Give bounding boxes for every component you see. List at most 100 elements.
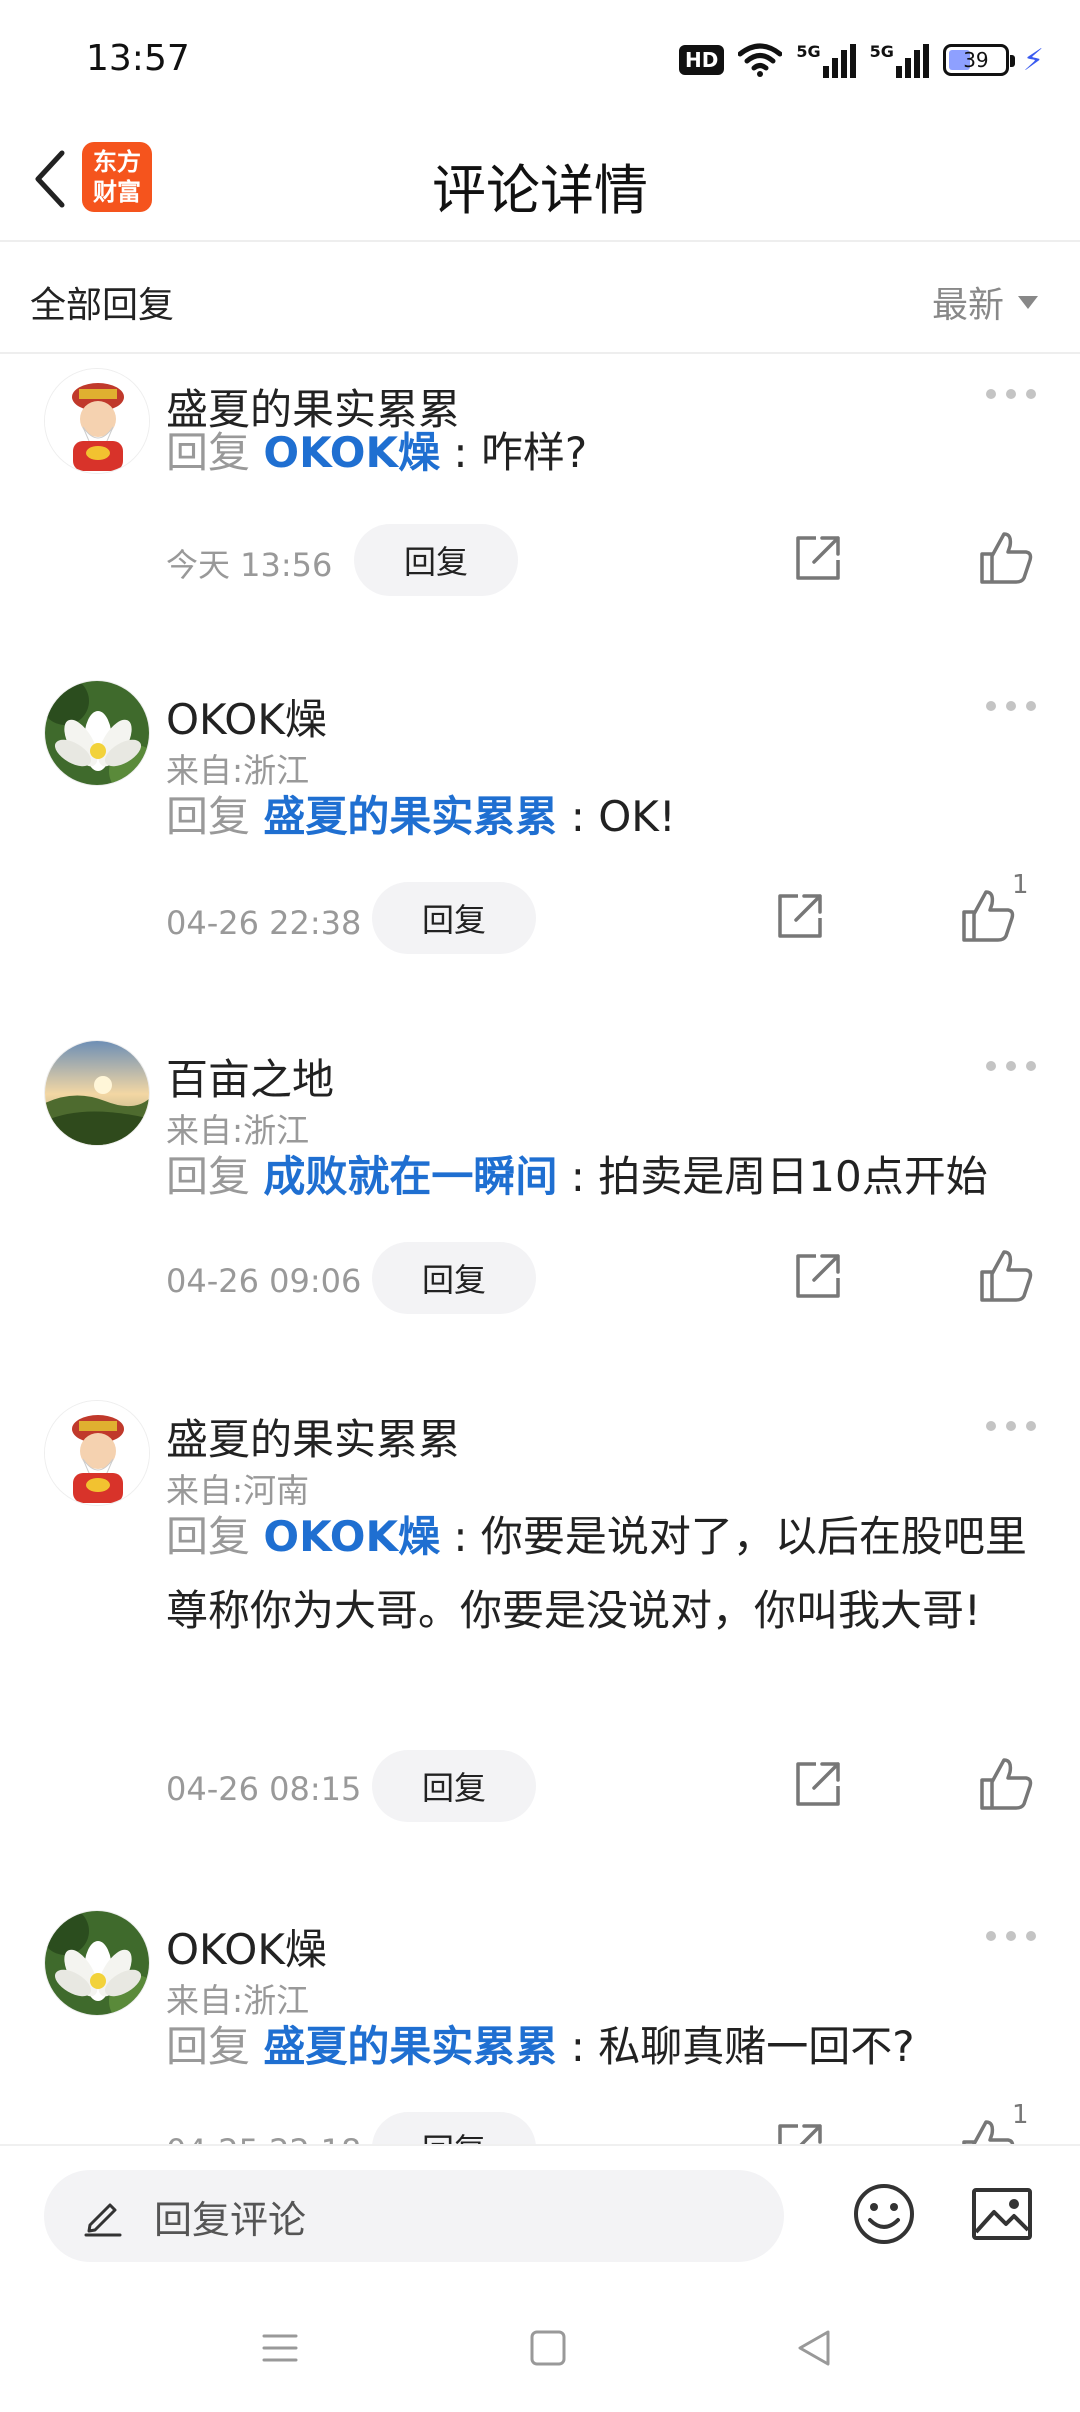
image-icon[interactable]	[970, 2184, 1034, 2244]
sort-dropdown[interactable]: 最新	[932, 276, 1038, 328]
menu-button[interactable]	[252, 2320, 308, 2376]
share-icon[interactable]	[790, 1248, 846, 1304]
more-options-button[interactable]	[986, 1056, 1036, 1076]
comment-time: 04-26 22:38	[166, 904, 362, 942]
reply-target-user[interactable]: 成败就在一瞬间	[263, 1152, 557, 1201]
reply-button[interactable]: 回复	[372, 2112, 536, 2144]
reply-button[interactable]: 回复	[372, 882, 536, 954]
reply-keyword: 回复	[166, 792, 251, 841]
share-icon[interactable]	[772, 888, 828, 944]
comment-author[interactable]: OKOK燥	[166, 686, 327, 747]
like-icon[interactable]	[958, 2116, 1018, 2144]
comment-item: OKOK燥 来自:浙江 回复 盛夏的果实累累 : OK! 04-26 22:38…	[0, 676, 1080, 1036]
like-icon[interactable]	[976, 1246, 1036, 1306]
comment-item: 盛夏的果实累累 来自:河南 回复 OKOK燥 : 你要是说对了，以后在股吧里尊称…	[0, 1396, 1080, 1906]
reply-separator: :	[440, 428, 481, 477]
emoji-icon[interactable]	[852, 2182, 916, 2246]
comment-body: 私聊真赌一回不?	[598, 2022, 915, 2071]
reply-separator: :	[557, 2022, 599, 2071]
share-icon[interactable]	[790, 530, 846, 586]
signal-1-label: 5G	[796, 42, 821, 61]
avatar[interactable]	[44, 680, 150, 786]
status-icons: HD 5G 5G 39 ⚡	[679, 40, 1044, 80]
status-bar: 13:57 HD 5G 5G 39 ⚡	[0, 0, 1080, 120]
like-count: 1	[1012, 870, 1029, 900]
reply-target-user[interactable]: 盛夏的果实累累	[263, 792, 557, 841]
comment-text: 回复 盛夏的果实累累 : 私聊真赌一回不?	[166, 2010, 1036, 2084]
avatar[interactable]	[44, 1400, 150, 1506]
menu-icon	[262, 2334, 298, 2362]
comment-time: 04-26 09:06	[166, 1262, 362, 1300]
reply-separator: :	[440, 1512, 481, 1561]
reply-comment-input[interactable]: 回复评论	[44, 2170, 784, 2262]
comment-time: 今天 13:56	[166, 546, 333, 584]
lotus-avatar-icon	[45, 681, 149, 785]
fortune-god-avatar-icon	[45, 1401, 149, 1505]
reply-keyword: 回复	[166, 1512, 251, 1561]
reply-button[interactable]: 回复	[372, 1242, 536, 1314]
comment-time: 04-25 22:18	[166, 2132, 361, 2144]
battery-icon: 39	[942, 44, 1015, 76]
comment-text: 回复 OKOK燥 : 你要是说对了，以后在股吧里尊称你为大哥。你要是没说对，你叫…	[166, 1500, 1036, 1648]
reply-keyword: 回复	[166, 2022, 251, 2071]
reply-separator: :	[557, 792, 599, 841]
comment-text: 回复 成败就在一瞬间 : 拍卖是周日10点开始	[166, 1140, 1036, 1214]
comment-item: 盛夏的果实累累 回复 OKOK燥 : 咋样? 今天 13:56 回复	[0, 356, 1080, 656]
reply-input-bar: 回复评论	[0, 2144, 1080, 2280]
reply-input-placeholder: 回复评论	[154, 2197, 307, 2242]
like-icon[interactable]	[976, 1754, 1036, 1814]
more-options-button[interactable]	[986, 696, 1036, 716]
hd-icon: HD	[679, 45, 725, 75]
share-icon[interactable]	[772, 2118, 828, 2144]
reply-separator: :	[557, 1152, 599, 1201]
signal-icon-2: 5G	[870, 42, 929, 78]
comment-body: 咋样?	[480, 428, 588, 477]
share-icon[interactable]	[790, 1756, 846, 1812]
more-options-button[interactable]	[986, 384, 1036, 404]
reply-target-user[interactable]: OKOK燥	[263, 428, 440, 477]
reply-target-user[interactable]: 盛夏的果实累累	[263, 2022, 557, 2071]
header: 东方 财富 评论详情	[0, 120, 1080, 242]
dropdown-arrow-icon	[1018, 295, 1038, 309]
sort-value: 最新	[931, 285, 1004, 326]
reply-button[interactable]: 回复	[372, 1750, 536, 1822]
like-count: 1	[1012, 2100, 1029, 2130]
like-icon[interactable]	[976, 528, 1036, 588]
lotus-avatar-icon	[45, 1911, 149, 2015]
back-nav-button[interactable]	[786, 2320, 842, 2376]
comment-time: 04-26 08:15	[166, 1770, 362, 1808]
comment-body: OK!	[598, 792, 676, 841]
battery-level: 39	[963, 48, 989, 72]
sort-bar: 全部回复 最新	[0, 242, 1080, 354]
reply-keyword: 回复	[166, 428, 251, 477]
reply-target-user[interactable]: OKOK燥	[263, 1512, 440, 1561]
reply-button[interactable]: 回复	[354, 524, 518, 596]
comment-text: 回复 盛夏的果实累累 : OK!	[166, 780, 1036, 854]
like-icon[interactable]	[958, 886, 1018, 946]
more-options-button[interactable]	[986, 1926, 1036, 1946]
home-button[interactable]	[520, 2320, 576, 2376]
comment-author[interactable]: OKOK燥	[166, 1916, 327, 1977]
fortune-god-avatar-icon	[45, 369, 149, 473]
comment-body: 拍卖是周日10点开始	[598, 1152, 988, 1201]
page-title: 评论详情	[432, 159, 648, 222]
avatar[interactable]	[44, 368, 150, 474]
comment-author[interactable]: 百亩之地	[166, 1046, 334, 1107]
avatar[interactable]	[44, 1040, 150, 1146]
charging-icon: ⚡	[1022, 42, 1044, 78]
comment-author[interactable]: 盛夏的果实累累	[166, 1406, 460, 1467]
system-nav-bar	[0, 2280, 1080, 2412]
comment-item: OKOK燥 来自:浙江 回复 盛夏的果实累累 : 私聊真赌一回不? 04-25 …	[0, 1906, 1080, 2144]
signal-2-label: 5G	[869, 42, 894, 61]
home-square-icon	[530, 2330, 566, 2366]
more-options-button[interactable]	[986, 1416, 1036, 1436]
back-triangle-icon	[798, 2330, 830, 2366]
all-replies-label: 全部回复	[30, 285, 175, 326]
signal-icon-1: 5G	[796, 42, 856, 78]
reply-keyword: 回复	[166, 1152, 251, 1201]
comment-item: 百亩之地 来自:浙江 回复 成败就在一瞬间 : 拍卖是周日10点开始 04-26…	[0, 1036, 1080, 1396]
comment-list[interactable]: 盛夏的果实累累 回复 OKOK燥 : 咋样? 今天 13:56 回复 OKOK燥…	[0, 356, 1080, 2144]
status-time: 13:57	[86, 38, 190, 79]
avatar[interactable]	[44, 1910, 150, 2016]
wifi-icon	[738, 43, 783, 77]
